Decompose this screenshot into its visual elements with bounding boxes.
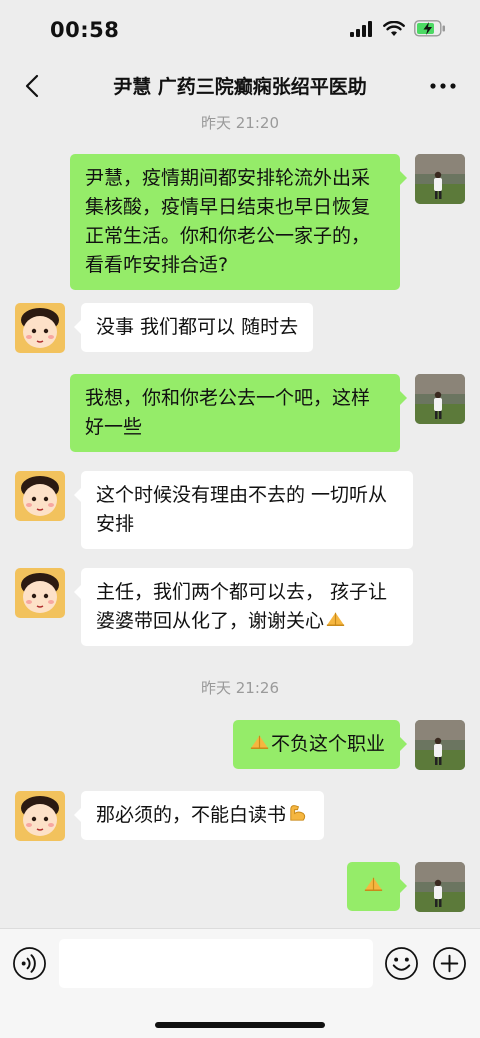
contact-avatar[interactable] [15,791,65,841]
chat-area[interactable]: 昨天 21:20 尹慧，疫情期间都安排轮流外出采集核酸，疫情早日结束也早日恢复正… [0,110,480,928]
nav-bar: 尹慧 广药三院癫痫张绍平医助 [0,62,480,110]
timestamp: 昨天 21:20 [201,114,279,132]
my-avatar[interactable] [415,720,465,770]
flexed-biceps-icon [290,805,306,821]
chevron-left-icon [25,74,39,98]
more-button[interactable] [426,70,460,102]
status-bar: 00:58 [0,0,480,62]
home-indicator [155,1022,325,1028]
praying-hands-icon [326,612,345,626]
plus-icon[interactable] [432,946,467,981]
back-button[interactable] [16,70,48,102]
contact-avatar[interactable] [15,303,65,353]
more-icon [430,83,456,89]
timestamp: 昨天 21:26 [201,679,279,697]
wifi-icon [383,20,405,36]
my-avatar[interactable] [415,862,465,912]
status-time: 00:58 [50,18,120,42]
message-sent[interactable]: 我想，你和你老公去一个吧，这样好一些 [70,374,407,452]
input-bar [0,928,480,1038]
message-text: 那必须的，不能白读书 [96,804,287,826]
battery-charging-icon [414,20,445,37]
message-sent[interactable]: 不负这个职业 [232,720,408,769]
message-received[interactable]: 主任，我们两个都可以去， 孩子让婆婆带回从化了，谢谢关心 [74,568,413,646]
praying-hands-icon [250,735,269,749]
message-received[interactable]: 这个时候没有理由不去的 一切听从安排 [74,471,413,549]
message-text: 不负这个职业 [270,733,385,755]
contact-avatar[interactable] [15,471,65,521]
message-input[interactable] [59,939,373,988]
signal-icon [350,20,372,37]
message-sent-emoji[interactable] [347,862,407,911]
message-sent[interactable]: 尹慧，疫情期间都安排轮流外出采集核酸，疫情早日结束也早日恢复正常生活。你和你老公… [70,154,407,290]
voice-icon[interactable] [12,946,47,981]
contact-avatar[interactable] [15,568,65,618]
my-avatar[interactable] [415,154,465,204]
chat-title: 尹慧 广药三院癫痫张绍平医助 [113,76,367,98]
praying-hands-icon [364,877,383,891]
emoji-icon[interactable] [384,946,419,981]
my-avatar[interactable] [415,374,465,424]
status-icons [350,20,446,37]
message-received[interactable]: 没事 我们都可以 随时去 [73,303,314,352]
message-received[interactable]: 那必须的，不能白读书 [73,791,325,840]
